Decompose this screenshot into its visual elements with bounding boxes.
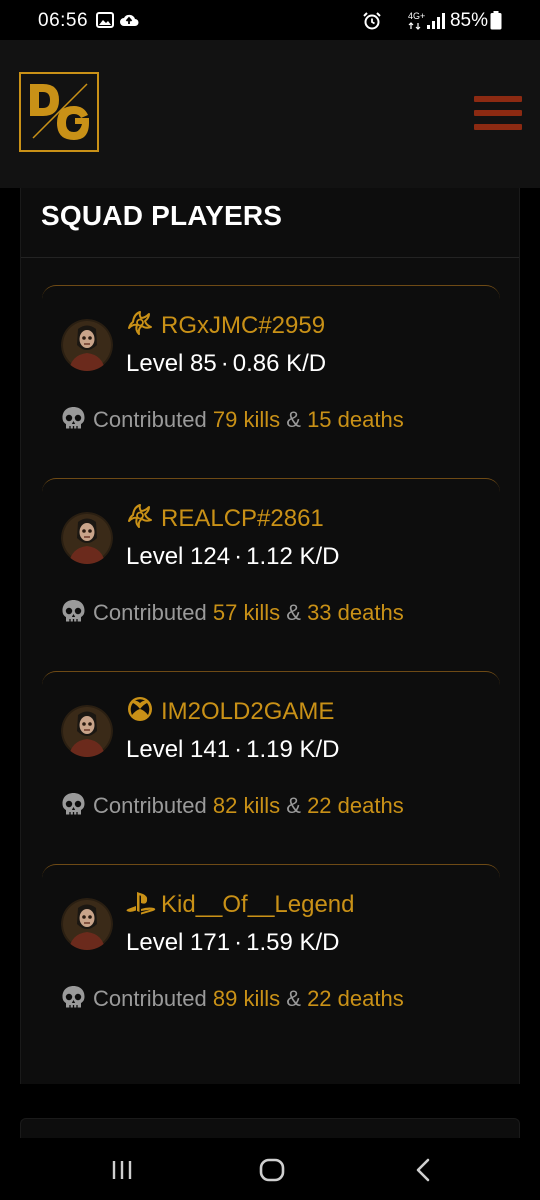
player-avatar[interactable]	[61, 512, 113, 564]
player-stats: Level 124 · 1.12 K/D	[126, 543, 339, 571]
contrib-label: Contributed	[93, 600, 207, 625]
player-kd: 0.86 K/D	[232, 350, 327, 377]
skull-icon	[62, 793, 85, 815]
status-time: 06:56	[38, 10, 89, 31]
squad-players-panel: SQUAD PLAYERS RGxJMC#2959 Level 85 · 0.86 …	[20, 188, 520, 1084]
player-level: Level 85	[126, 350, 217, 377]
dg-logo-icon	[30, 83, 89, 140]
player-stats: Level 171 · 1.59 K/D	[126, 929, 339, 957]
kills-count: 82 kills	[212, 793, 281, 818]
kills-count: 57 kills	[212, 600, 281, 625]
player-gamertag[interactable]: IM2OLD2GAME	[161, 698, 334, 726]
ampersand: &	[286, 407, 301, 432]
player-stats: Level 85 · 0.86 K/D	[126, 350, 326, 378]
ampersand: &	[286, 986, 301, 1011]
separator-dot: ·	[234, 929, 243, 956]
battlenet-icon	[128, 504, 152, 528]
next-panel-peek	[20, 1118, 520, 1140]
player-level: Level 171	[126, 929, 231, 956]
deaths-count: 22 deaths	[307, 986, 404, 1011]
battery-icon	[490, 11, 502, 30]
ampersand: &	[286, 600, 301, 625]
player-stats: Level 141 · 1.19 K/D	[126, 736, 339, 764]
signal-icon	[427, 13, 445, 29]
skull-icon	[62, 407, 85, 429]
home-icon[interactable]	[254, 1152, 290, 1188]
player-kd: 1.19 K/D	[246, 736, 340, 763]
section-title: SQUAD PLAYERS	[41, 200, 283, 231]
alarm-icon	[363, 12, 381, 30]
contrib-label: Contributed	[93, 986, 207, 1011]
player-kd: 1.59 K/D	[246, 929, 340, 956]
player-card[interactable]: REALCP#2861 Level 124 · 1.12 K/D Contribut…	[42, 478, 500, 648]
separator-dot: ·	[220, 350, 229, 377]
battlenet-icon	[128, 311, 152, 335]
android-nav-bar	[0, 1138, 540, 1200]
player-card[interactable]: IM2OLD2GAME Level 141 · 1.19 K/D Contribut…	[42, 671, 500, 841]
playstation-icon	[126, 892, 156, 915]
player-gamertag[interactable]: REALCP#2861	[161, 505, 324, 533]
player-avatar[interactable]	[61, 898, 113, 950]
panel-header: SQUAD PLAYERS	[21, 188, 519, 258]
site-logo[interactable]	[19, 72, 99, 152]
battery-percent: 85%	[449, 10, 488, 31]
player-avatar[interactable]	[61, 705, 113, 757]
operator-avatar-icon	[61, 319, 113, 371]
player-gamertag[interactable]: Kid__Of__Legend	[161, 891, 355, 919]
separator-dot: ·	[234, 543, 243, 570]
player-level: Level 124	[126, 543, 231, 570]
kills-count: 89 kills	[212, 986, 281, 1011]
xbox-icon	[128, 697, 152, 721]
contrib-label: Contributed	[93, 407, 207, 432]
back-icon[interactable]	[406, 1152, 442, 1188]
deaths-count: 33 deaths	[307, 600, 404, 625]
player-card[interactable]: RGxJMC#2959 Level 85 · 0.86 K/D Contribute…	[42, 285, 500, 455]
player-contribution: Contributed 82 kills & 22 deaths	[93, 793, 404, 819]
site-header	[0, 40, 540, 188]
deaths-count: 22 deaths	[307, 793, 404, 818]
player-gamertag[interactable]: RGxJMC#2959	[161, 312, 325, 340]
player-level: Level 141	[126, 736, 231, 763]
data-arrows-icon	[408, 22, 421, 30]
operator-avatar-icon	[61, 512, 113, 564]
player-card[interactable]: Kid__Of__Legend Level 171 · 1.59 K/D Contr…	[42, 864, 500, 1034]
player-contribution: Contributed 57 kills & 33 deaths	[93, 600, 404, 626]
cloud-icon	[120, 14, 139, 26]
player-contribution: Contributed 89 kills & 22 deaths	[93, 986, 404, 1012]
ampersand: &	[286, 793, 301, 818]
contrib-label: Contributed	[93, 793, 207, 818]
player-kd: 1.12 K/D	[246, 543, 340, 570]
skull-icon	[62, 600, 85, 622]
separator-dot: ·	[234, 736, 243, 763]
network-type: 4G+	[408, 11, 426, 21]
skull-icon	[62, 986, 85, 1008]
operator-avatar-icon	[61, 705, 113, 757]
gallery-icon	[96, 12, 114, 28]
operator-avatar-icon	[61, 898, 113, 950]
player-contribution: Contributed 79 kills & 15 deaths	[93, 407, 404, 433]
status-bar: 06:56 4G+ 85%	[0, 0, 540, 40]
recents-icon[interactable]	[104, 1152, 140, 1188]
kills-count: 79 kills	[212, 407, 281, 432]
hamburger-menu-button[interactable]	[474, 96, 522, 132]
deaths-count: 15 deaths	[307, 407, 404, 432]
player-avatar[interactable]	[61, 319, 113, 371]
